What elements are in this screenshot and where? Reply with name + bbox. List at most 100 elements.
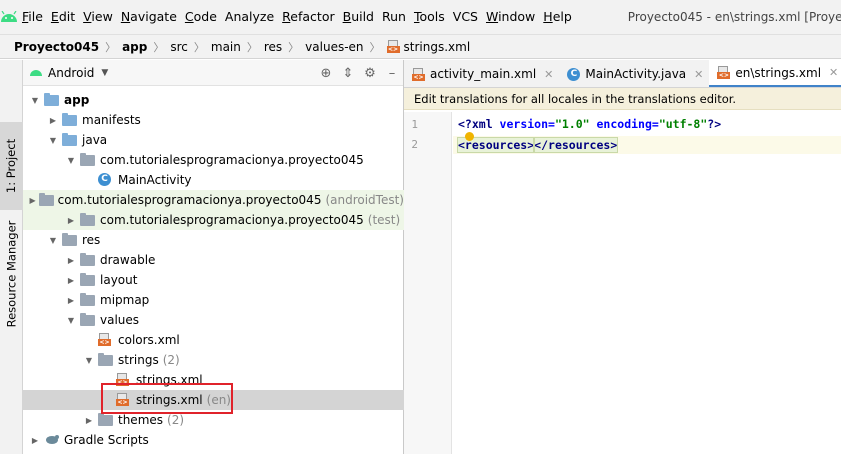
tree-item-label: java	[82, 133, 108, 147]
folder-icon	[44, 93, 60, 107]
close-icon[interactable]: ✕	[694, 68, 703, 81]
chevron-right-icon[interactable]: ▶	[65, 296, 77, 305]
tree-item-label: colors.xml	[118, 333, 180, 347]
menu-tools[interactable]: Tools	[410, 0, 449, 34]
chevron-down-icon[interactable]: ▼	[29, 96, 41, 105]
tree-item-suffix: (en)	[206, 393, 231, 407]
editor-tab[interactable]: <> en\strings.xml ✕	[709, 60, 841, 87]
tree-item[interactable]: C MainActivity	[23, 170, 404, 190]
menu-analyze[interactable]: Analyze	[221, 0, 278, 34]
resource-manager-tool-tab[interactable]: Resource Manager	[0, 218, 23, 330]
folder-icon	[98, 353, 114, 367]
breadcrumb-main[interactable]: main	[211, 40, 241, 54]
line-number: 2	[411, 138, 418, 151]
editor-area: <> activity_main.xml ✕ C MainActivity.java ✕ <…	[404, 60, 841, 454]
folder-icon	[80, 253, 96, 267]
view-mode-dropdown-icon[interactable]: ▼	[101, 68, 108, 78]
tree-item-label: themes	[118, 413, 164, 427]
menu-build[interactable]: Build	[339, 0, 378, 34]
breadcrumb-project[interactable]: Proyecto045	[14, 40, 99, 54]
menu-refactor[interactable]: Refactor	[278, 0, 338, 34]
tree-item[interactable]: ▼ values	[23, 310, 404, 330]
tree-item[interactable]: ▶ com.tutorialesprogramacionya.proyecto04…	[23, 190, 404, 210]
tree-item-label: Gradle Scripts	[64, 433, 149, 447]
close-icon[interactable]: ✕	[829, 66, 838, 79]
tree-item[interactable]: ▼ strings (2)	[23, 350, 404, 370]
gradle-icon	[44, 433, 60, 447]
tree-item[interactable]: ▶ drawable	[23, 250, 404, 270]
tree-item[interactable]: ▶ themes (2)	[23, 410, 404, 430]
chevron-right-icon[interactable]: ▶	[29, 436, 41, 445]
tree-item-label: com.tutorialesprogramacionya.proyecto045	[100, 213, 364, 227]
code-editor[interactable]: 1 2 <?xml version="1.0" encoding="utf-8"…	[404, 112, 841, 454]
breadcrumb-values-en[interactable]: values-en	[305, 40, 363, 54]
chevron-right-icon[interactable]: ▶	[65, 256, 77, 265]
java-class-icon: C	[98, 173, 114, 187]
java-class-icon: C	[567, 67, 581, 81]
project-tool-tab[interactable]: 1: Project	[0, 122, 23, 210]
breadcrumb-src[interactable]: src	[170, 40, 188, 54]
tree-item[interactable]: ▶ com.tutorialesprogramacionya.proyecto04…	[23, 210, 404, 230]
folder-icon	[62, 133, 78, 147]
tree-item[interactable]: ▶ Gradle Scripts	[23, 430, 404, 450]
hide-panel-icon[interactable]: –	[381, 66, 403, 81]
chevron-down-icon[interactable]: ▼	[47, 136, 59, 145]
intention-bulb-icon[interactable]	[465, 132, 474, 141]
chevron-down-icon[interactable]: ▼	[83, 356, 95, 365]
breadcrumb-app[interactable]: app	[122, 40, 147, 54]
tree-item[interactable]: ▼ res	[23, 230, 404, 250]
editor-tab-label: MainActivity.java	[585, 67, 687, 81]
tree-item-label: values	[100, 313, 140, 327]
chevron-down-icon[interactable]: ▼	[65, 316, 77, 325]
tree-item[interactable]: <> colors.xml	[23, 330, 404, 350]
tree-item[interactable]: ▼ com.tutorialesprogramacionya.proyecto04…	[23, 150, 404, 170]
chevron-down-icon[interactable]: ▼	[65, 156, 77, 165]
chevron-right-icon[interactable]: ▶	[65, 216, 77, 225]
folder-icon	[38, 193, 54, 207]
tree-item[interactable]: <> strings.xml	[23, 370, 404, 390]
chevron-right-icon[interactable]: ▶	[47, 116, 59, 125]
chevron-right-icon[interactable]: ▶	[83, 416, 95, 425]
menu-vcs[interactable]: VCS	[449, 0, 482, 34]
collapse-all-icon[interactable]: ⇕	[337, 66, 359, 81]
menu-view[interactable]: View	[79, 0, 117, 34]
editor-tabs: <> activity_main.xml ✕ C MainActivity.java ✕ <…	[404, 60, 841, 88]
menu-code[interactable]: Code	[181, 0, 221, 34]
project-view-mode[interactable]: Android	[48, 66, 94, 80]
tree-item-label: com.tutorialesprogramacionya.proyecto045	[100, 153, 364, 167]
tree-item[interactable]: <> strings.xml (en)	[23, 390, 404, 410]
breadcrumb-separator-icon: 〉	[246, 40, 258, 54]
chevron-right-icon[interactable]: ▶	[65, 276, 77, 285]
tree-item[interactable]: ▶ manifests	[23, 110, 404, 130]
breadcrumb-strings-xml[interactable]: strings.xml	[404, 40, 471, 54]
editor-tab-label: activity_main.xml	[430, 67, 537, 81]
tree-item-label: MainActivity	[118, 173, 192, 187]
tree-item-label: strings	[118, 353, 159, 367]
chevron-right-icon[interactable]: ▶	[30, 196, 36, 205]
chevron-down-icon[interactable]: ▼	[47, 236, 59, 245]
gear-icon[interactable]: ⚙	[359, 66, 381, 81]
breadcrumb-separator-icon: 〉	[153, 40, 165, 54]
tree-item[interactable]: ▼ java	[23, 130, 404, 150]
editor-tab[interactable]: <> activity_main.xml ✕	[404, 60, 559, 87]
locate-icon[interactable]: ⊕	[315, 66, 337, 81]
menu-navigate[interactable]: Navigate	[117, 0, 181, 34]
tree-item-suffix: (androidTest)	[325, 193, 404, 207]
project-tree: ▼ app ▶ manifests ▼ java ▼ com.tutorialesprogra…	[23, 90, 404, 450]
xml-file-icon: <>	[412, 67, 425, 81]
menu-run[interactable]: Run	[378, 0, 410, 34]
tree-item[interactable]: ▶ layout	[23, 270, 404, 290]
close-icon[interactable]: ✕	[544, 68, 553, 81]
editor-tab[interactable]: C MainActivity.java ✕	[559, 60, 709, 87]
menu-help[interactable]: Help	[539, 0, 576, 34]
android-studio-logo-icon	[0, 0, 18, 34]
breadcrumb-res[interactable]: res	[264, 40, 282, 54]
tree-item[interactable]: ▶ mipmap	[23, 290, 404, 310]
tree-item[interactable]: ▼ app	[23, 90, 404, 110]
menu-window[interactable]: Window	[482, 0, 539, 34]
line-gutter: 1 2	[404, 112, 452, 454]
menu-edit[interactable]: Edit	[47, 0, 79, 34]
left-tool-strip: 1: Project Resource Manager	[0, 60, 23, 454]
folder-icon	[80, 153, 96, 167]
menu-file[interactable]: File	[18, 0, 47, 34]
